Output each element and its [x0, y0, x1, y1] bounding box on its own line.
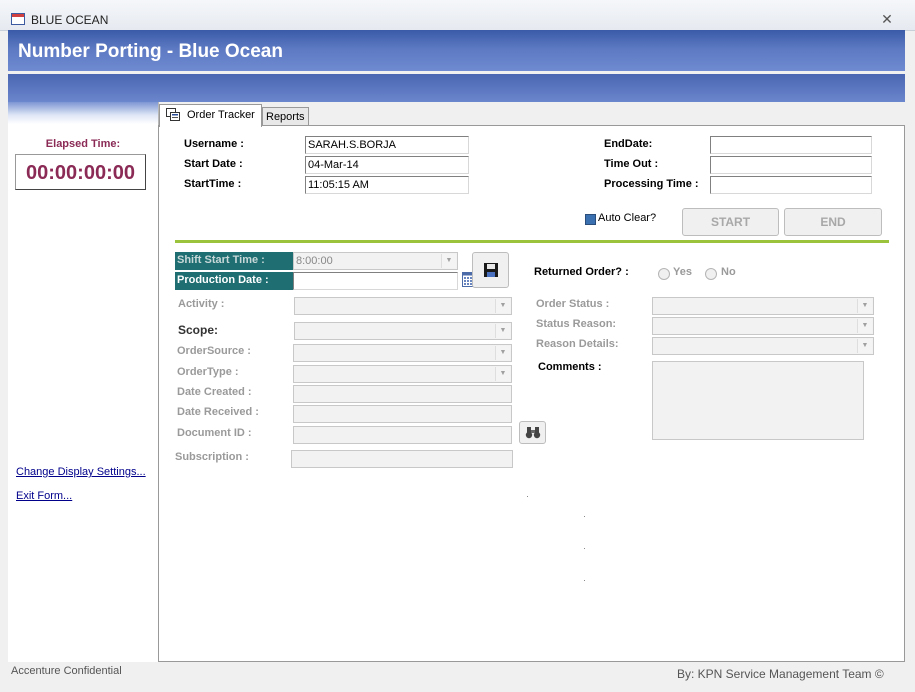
end-date-field[interactable] [710, 136, 872, 154]
chevron-down-icon: ▼ [495, 346, 510, 360]
status-reason-label: Status Reason: [536, 318, 617, 330]
chevron-down-icon: ▼ [857, 339, 872, 353]
artifact-dot [584, 516, 585, 517]
shift-start-time-combo[interactable]: 8:00:00 ▼ [293, 252, 458, 270]
save-button[interactable] [472, 252, 509, 288]
subscription-field[interactable] [291, 450, 513, 468]
date-received-field[interactable] [293, 405, 512, 423]
activity-label: Activity : [178, 298, 225, 310]
processing-time-label: Processing Time : [604, 178, 699, 190]
section-divider [175, 240, 889, 243]
footer-credit: By: KPN Service Management Team © [677, 667, 884, 681]
order-tracker-icon [166, 108, 180, 121]
activity-combo[interactable]: ▼ [294, 297, 512, 315]
status-reason-combo[interactable]: ▼ [652, 317, 874, 335]
time-out-label: Time Out : [604, 158, 659, 170]
auto-clear-label: Auto Clear? [598, 212, 657, 224]
auto-clear-checkbox[interactable] [585, 214, 596, 225]
chevron-down-icon: ▼ [857, 319, 872, 333]
date-received-label: Date Received : [177, 406, 259, 418]
shift-start-time-value: 8:00:00 [296, 255, 333, 267]
comments-textarea[interactable] [652, 361, 864, 440]
app-icon [11, 13, 25, 25]
artifact-dot [584, 580, 585, 581]
document-id-label: Document ID : [177, 427, 252, 439]
start-date-field[interactable]: 04-Mar-14 [305, 156, 469, 174]
scope-label: Scope: [178, 323, 219, 337]
order-type-label: OrderType : [177, 366, 239, 378]
artifact-dot [527, 496, 528, 497]
binoculars-icon [525, 427, 541, 439]
page-title: Number Porting - Blue Ocean [18, 41, 283, 62]
reason-details-label: Reason Details: [536, 338, 619, 350]
banner: Number Porting - Blue Ocean [8, 30, 905, 71]
scope-combo[interactable]: ▼ [294, 322, 512, 340]
exit-form-link[interactable]: Exit Form... [16, 490, 72, 502]
start-time-field[interactable]: 11:05:15 AM [305, 176, 469, 194]
chevron-down-icon: ▼ [495, 324, 510, 338]
tab-order-tracker[interactable]: Order Tracker [159, 104, 262, 127]
returned-no-radio[interactable] [705, 268, 717, 280]
chevron-down-icon: ▼ [495, 299, 510, 313]
username-label: Username : [184, 138, 244, 150]
chevron-down-icon: ▼ [441, 254, 456, 268]
production-date-label: Production Date : [175, 272, 293, 290]
document-id-field[interactable] [293, 426, 512, 444]
chevron-down-icon: ▼ [495, 367, 510, 381]
elapsed-time-label: Elapsed Time: [45, 138, 121, 150]
date-created-label: Date Created : [177, 386, 252, 398]
order-source-label: OrderSource : [177, 345, 251, 357]
order-type-combo[interactable]: ▼ [293, 365, 512, 383]
tab-reports[interactable]: Reports [262, 107, 309, 126]
tab-order-tracker-label: Order Tracker [187, 109, 255, 121]
change-display-settings-link[interactable]: Change Display Settings... [16, 466, 146, 478]
comments-label: Comments : [538, 361, 602, 373]
artifact-dot [584, 548, 585, 549]
processing-time-field[interactable] [710, 176, 872, 194]
returned-yes-radio[interactable] [658, 268, 670, 280]
start-button[interactable]: START [682, 208, 779, 236]
subscription-label: Subscription : [175, 451, 249, 463]
end-date-label: EndDate: [604, 138, 653, 150]
order-status-combo[interactable]: ▼ [652, 297, 874, 315]
username-field[interactable]: SARAH.S.BORJA [305, 136, 469, 154]
shift-start-time-label: Shift Start Time : [175, 252, 293, 270]
returned-yes-label: Yes [673, 266, 692, 278]
returned-order-label: Returned Order? : [534, 266, 629, 278]
close-icon[interactable]: ✕ [880, 12, 894, 26]
save-icon [484, 263, 498, 277]
start-time-label: StartTime : [184, 178, 242, 190]
date-created-field[interactable] [293, 385, 512, 403]
sidebar-header-gradient [8, 102, 158, 124]
banner-strip [8, 74, 905, 102]
order-status-label: Order Status : [536, 298, 610, 310]
start-date-label: Start Date : [184, 158, 243, 170]
window-title: BLUE OCEAN [31, 13, 109, 27]
search-document-button[interactable] [519, 421, 546, 444]
tab-reports-label: Reports [266, 111, 305, 123]
window-titlebar: BLUE OCEAN ✕ [0, 0, 915, 31]
confidential-note: Accenture Confidential [11, 665, 122, 677]
time-out-field[interactable] [710, 156, 872, 174]
elapsed-time-display: 00:00:00:00 [15, 154, 146, 190]
order-source-combo[interactable]: ▼ [293, 344, 512, 362]
chevron-down-icon: ▼ [857, 299, 872, 313]
sidebar: Elapsed Time: 00:00:00:00 Change Display… [8, 102, 159, 662]
end-button[interactable]: END [784, 208, 882, 236]
reason-details-combo[interactable]: ▼ [652, 337, 874, 355]
production-date-field[interactable] [293, 272, 458, 290]
returned-no-label: No [721, 266, 736, 278]
